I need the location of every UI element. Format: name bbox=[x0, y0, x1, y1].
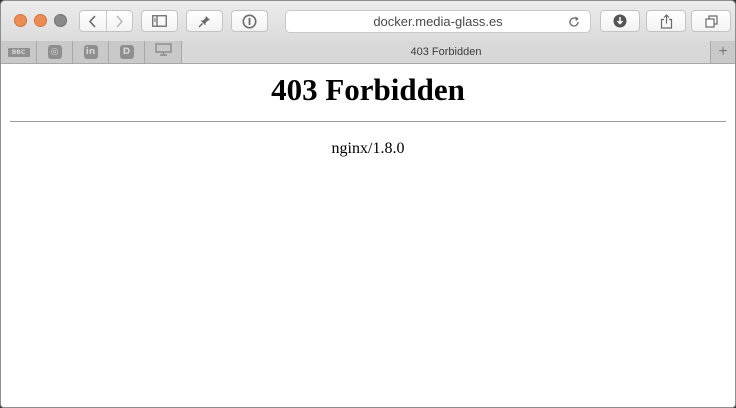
info-circle-icon bbox=[242, 14, 257, 28]
plus-icon: + bbox=[718, 43, 728, 60]
bbc-icon: BBC bbox=[7, 47, 30, 57]
pin-button[interactable] bbox=[186, 10, 223, 32]
browser-toolbar: docker.media-glass.es bbox=[1, 1, 735, 42]
pinned-tab-screen[interactable] bbox=[145, 41, 182, 63]
maximize-window-button[interactable] bbox=[54, 14, 67, 27]
server-signature: nginx/1.8.0 bbox=[331, 140, 405, 157]
navigation-buttons bbox=[79, 10, 133, 32]
tab-bar: BBC ◎ in D 403 Forbidden + bbox=[1, 41, 735, 64]
forward-button[interactable] bbox=[105, 11, 133, 31]
divider bbox=[10, 121, 726, 122]
address-bar[interactable]: docker.media-glass.es bbox=[285, 10, 591, 33]
page-heading: 403 Forbidden bbox=[271, 72, 465, 107]
page-content: 403 Forbidden nginx/1.8.0 bbox=[1, 64, 735, 407]
new-tab-button[interactable]: + bbox=[711, 41, 735, 63]
close-window-button[interactable] bbox=[14, 14, 27, 27]
reload-icon bbox=[569, 16, 579, 27]
pinned-tab-d[interactable]: D bbox=[109, 41, 145, 63]
sidebar-button[interactable] bbox=[141, 10, 178, 32]
back-button[interactable] bbox=[80, 11, 106, 31]
chevron-right-icon bbox=[116, 14, 123, 28]
screen-icon bbox=[154, 43, 172, 61]
downloads-button[interactable] bbox=[600, 10, 640, 32]
active-tab[interactable]: 403 Forbidden bbox=[182, 41, 711, 63]
tabs-overview-icon bbox=[704, 14, 718, 28]
download-icon bbox=[613, 14, 627, 28]
reload-button[interactable] bbox=[567, 15, 581, 29]
address-text: docker.media-glass.es bbox=[373, 14, 503, 29]
sidebar-icon bbox=[152, 15, 167, 27]
instagram-icon: ◎ bbox=[47, 45, 62, 59]
browser-window: docker.media-glass.es BBC ◎ in D 403 For… bbox=[0, 0, 736, 408]
d-site-icon: D bbox=[119, 45, 134, 59]
pinned-tab-bbc[interactable]: BBC bbox=[1, 41, 37, 63]
tabs-overview-button[interactable] bbox=[691, 10, 731, 32]
share-icon bbox=[660, 13, 672, 29]
minimize-window-button[interactable] bbox=[34, 14, 47, 27]
share-button[interactable] bbox=[646, 10, 686, 32]
pinned-tab-linkedin[interactable]: in bbox=[73, 41, 109, 63]
password-button[interactable] bbox=[231, 10, 268, 32]
chevron-left-icon bbox=[89, 14, 96, 28]
pushpin-icon bbox=[198, 15, 210, 28]
tab-title: 403 Forbidden bbox=[410, 46, 482, 58]
linkedin-icon: in bbox=[83, 45, 98, 59]
pinned-tab-instagram[interactable]: ◎ bbox=[37, 41, 73, 63]
